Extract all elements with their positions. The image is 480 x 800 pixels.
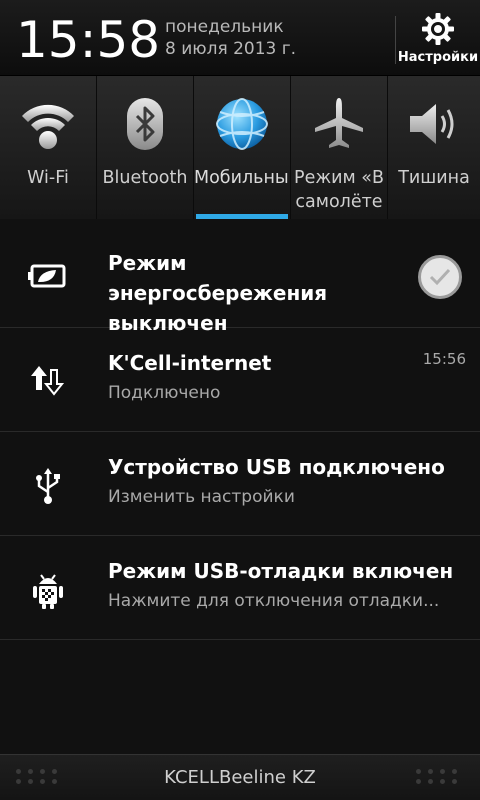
shade-header: 15:58 понедельник 8 июля 2013 г. Настрой… xyxy=(0,0,480,76)
battery-leaf-icon xyxy=(28,264,66,288)
date-label: 8 июля 2013 г. xyxy=(165,39,297,59)
notification-time: 15:56 xyxy=(422,350,466,368)
notification-shade: 15:58 понедельник 8 июля 2013 г. Настрой… xyxy=(0,0,480,800)
toggle-label: Мобильный xyxy=(194,168,290,188)
notification-subtitle: Изменить настройки xyxy=(108,487,295,507)
settings-button[interactable]: Настройки xyxy=(396,0,480,76)
date-block: понедельник 8 июля 2013 г. xyxy=(165,16,296,60)
airplane-icon xyxy=(315,98,363,148)
toggle-wifi[interactable]: Wi-Fi xyxy=(0,76,97,219)
toggle-silent[interactable]: Тишина xyxy=(388,76,480,219)
toggle-mobile-data[interactable]: Мобильный xyxy=(194,76,291,219)
notification-title: K'Cell-internet xyxy=(108,351,272,375)
toggle-label: Тишина xyxy=(398,168,470,188)
toggle-airplane-mode[interactable]: Режим «В самолёте xyxy=(291,76,388,219)
globe-icon xyxy=(216,98,268,150)
notification-title: Режим энергосбережения выключен xyxy=(108,251,328,335)
settings-label: Настройки xyxy=(397,50,479,65)
android-debug-icon xyxy=(33,574,63,609)
quick-toggles: Wi-Fi Bluetooth Мобильный Режим «В самол… xyxy=(0,76,480,219)
wifi-icon xyxy=(22,104,74,149)
notification-power-saver[interactable]: Режим энергосбережения выключен xyxy=(0,224,480,335)
power-saver-checkbox[interactable] xyxy=(418,255,462,299)
notification-subtitle: Нажмите для отключения отладки... xyxy=(108,591,440,611)
notification-title: Режим USB-отладки включен xyxy=(108,559,454,583)
notification-subtitle: Подключено xyxy=(108,383,221,403)
weekday-label: понедельник xyxy=(165,17,284,37)
toggle-bluetooth[interactable]: Bluetooth xyxy=(97,76,194,219)
carrier-bar[interactable]: KCELLBeeline KZ xyxy=(0,754,480,800)
checkmark-icon xyxy=(429,268,451,286)
usb-icon xyxy=(36,468,60,504)
notification-title: Устройство USB подключено xyxy=(108,455,445,479)
drag-handle-right[interactable] xyxy=(416,769,464,787)
data-arrows-icon xyxy=(31,366,65,396)
gear-icon xyxy=(422,13,454,45)
notification-mobile-connection[interactable]: K'Cell-internet Подключено 15:56 xyxy=(0,328,480,432)
toggle-label: Wi-Fi xyxy=(27,168,69,188)
notification-usb-connected[interactable]: Устройство USB подключено Изменить настр… xyxy=(0,432,480,536)
carrier-name: KCELLBeeline KZ xyxy=(164,767,316,788)
clock: 15:58 xyxy=(16,11,161,69)
toggle-label: Режим «В самолёте xyxy=(294,168,384,212)
toggle-label: Bluetooth xyxy=(102,168,188,188)
speaker-icon xyxy=(410,104,454,144)
bluetooth-icon xyxy=(127,98,163,150)
notification-usb-debugging[interactable]: Режим USB-отладки включен Нажмите для от… xyxy=(0,536,480,640)
drag-handle-left[interactable] xyxy=(16,769,64,787)
